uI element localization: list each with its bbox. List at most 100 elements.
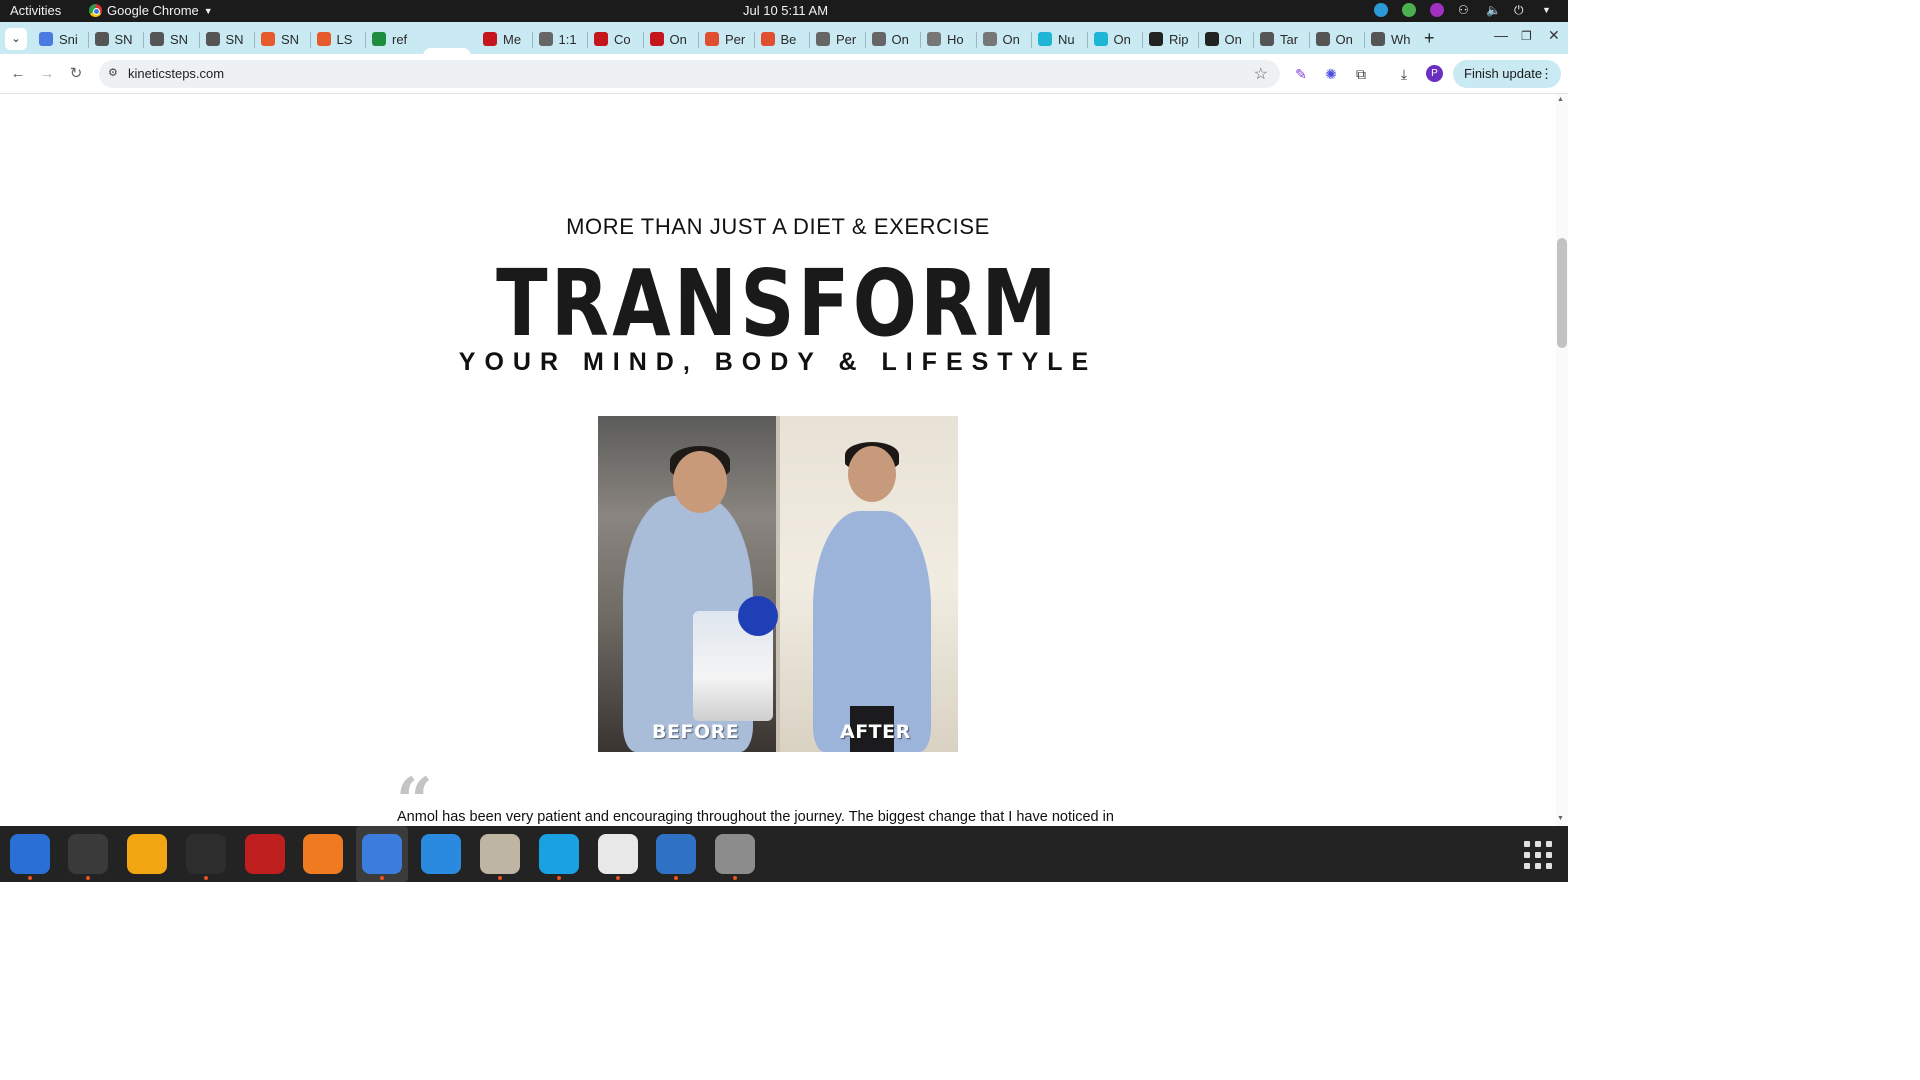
browser-tab[interactable]: SN bbox=[90, 26, 140, 52]
activities-button[interactable]: Activities bbox=[10, 3, 61, 18]
before-after-photo: BEFORE AFTER bbox=[598, 416, 958, 752]
bookmark-star-icon[interactable]: ☆ bbox=[1254, 64, 1268, 84]
power-icon[interactable]: ⏻ bbox=[1514, 3, 1528, 17]
browser-tab[interactable]: Me bbox=[478, 26, 528, 52]
tab-search-button[interactable]: ⌄ bbox=[5, 28, 27, 50]
tab-label: Wh bbox=[1391, 31, 1411, 47]
browser-tab[interactable]: Nu bbox=[1033, 26, 1083, 52]
tab-favicon-icon bbox=[705, 32, 719, 46]
photo-divider bbox=[776, 416, 780, 752]
app-menu-label: Google Chrome bbox=[107, 3, 199, 18]
browser-tab[interactable]: Rip bbox=[1144, 26, 1194, 52]
tab-label: Per bbox=[725, 31, 746, 47]
network-icon[interactable]: ⚇ bbox=[1458, 3, 1472, 17]
browser-tab[interactable]: Ho bbox=[922, 26, 972, 52]
running-indicator bbox=[204, 876, 208, 880]
new-tab-button[interactable]: + bbox=[1424, 28, 1435, 49]
files-icon[interactable] bbox=[480, 834, 520, 874]
tab-label: Me bbox=[503, 31, 522, 47]
sparkle-extension-icon[interactable]: ✺ bbox=[1322, 65, 1340, 83]
browser-tab[interactable]: SN bbox=[145, 26, 195, 52]
show-apps-icon[interactable] bbox=[1524, 841, 1552, 869]
tab-separator bbox=[975, 32, 977, 48]
url-text[interactable]: kineticsteps.com bbox=[128, 66, 224, 81]
vscode-icon[interactable] bbox=[421, 834, 461, 874]
browser-tab[interactable]: On bbox=[645, 26, 695, 52]
browser-tab[interactable]: Co bbox=[589, 26, 639, 52]
restore-button[interactable]: ❐ bbox=[1521, 29, 1532, 43]
browser-tab[interactable]: 1:1 bbox=[534, 26, 584, 52]
browser-tab[interactable]: On bbox=[1089, 26, 1139, 52]
chrome-icon[interactable] bbox=[362, 834, 402, 874]
disk-icon[interactable] bbox=[715, 834, 755, 874]
tab-label: LS bbox=[336, 31, 353, 47]
scroll-down-arrow[interactable]: ▼ bbox=[1557, 815, 1564, 822]
browser-tab[interactable]: On bbox=[978, 26, 1028, 52]
calculator-icon[interactable] bbox=[127, 834, 167, 874]
sync-icon[interactable] bbox=[1374, 3, 1388, 17]
downloads-icon[interactable]: ⤓ bbox=[1395, 65, 1413, 83]
browser-tab[interactable]: LS bbox=[312, 26, 362, 52]
scrollbar-thumb[interactable] bbox=[1557, 238, 1567, 348]
app-menu[interactable]: Google Chrome ▼ bbox=[89, 3, 213, 18]
scroll-up-arrow[interactable]: ▲ bbox=[1557, 96, 1564, 103]
forward-button[interactable]: → bbox=[37, 64, 57, 84]
running-indicator bbox=[86, 876, 90, 880]
firefox-icon[interactable] bbox=[303, 834, 343, 874]
tab-favicon-icon bbox=[649, 32, 664, 46]
extensions-puzzle-icon[interactable]: ⧉ bbox=[1352, 65, 1370, 83]
browser-tab[interactable]: Wh bbox=[1366, 26, 1416, 52]
tab-separator bbox=[642, 32, 644, 48]
libreoffice-writer-icon[interactable] bbox=[656, 834, 696, 874]
tab-favicon-icon bbox=[150, 32, 164, 46]
update-icon[interactable] bbox=[1402, 3, 1416, 17]
tab-separator bbox=[1142, 32, 1143, 48]
browser-tab[interactable]: SN bbox=[201, 26, 251, 52]
tab-separator bbox=[1197, 32, 1199, 48]
after-label: AFTER bbox=[840, 721, 911, 743]
browser-tab[interactable]: SN bbox=[256, 26, 306, 52]
tab-label: On bbox=[1224, 31, 1242, 47]
site-info-icon[interactable]: ⚙ bbox=[108, 66, 122, 80]
extension-tray-icon[interactable] bbox=[1430, 3, 1444, 17]
skype-icon[interactable] bbox=[539, 834, 579, 874]
thunderbird-icon[interactable] bbox=[10, 834, 50, 874]
tab-favicon-icon bbox=[1260, 32, 1274, 46]
pen-extension-icon[interactable]: ✎ bbox=[1292, 65, 1310, 83]
running-indicator bbox=[498, 876, 502, 880]
browser-tab[interactable]: Per bbox=[811, 26, 861, 52]
browser-toolbar: ← → ↻ ⚙ kineticsteps.com ☆ ✎ ✺ ⧉ ⤓ P Fin… bbox=[0, 54, 1568, 94]
system-tray[interactable]: ⚇ 🔈 ⏻ ▼ bbox=[1374, 3, 1556, 17]
menu-caret-icon[interactable]: ▼ bbox=[1542, 3, 1556, 17]
terminal-icon[interactable] bbox=[68, 834, 108, 874]
browser-tab[interactable]: Tar bbox=[1255, 26, 1305, 52]
testimonial-text: Anmol has been very patient and encourag… bbox=[397, 809, 1114, 825]
volume-icon[interactable]: 🔈 bbox=[1486, 3, 1501, 17]
browser-tab[interactable]: On bbox=[1200, 26, 1250, 52]
text-editor-icon[interactable] bbox=[598, 834, 638, 874]
browser-tab[interactable]: On bbox=[867, 26, 917, 52]
tab-label: Nu bbox=[1058, 31, 1075, 47]
tab-separator bbox=[1364, 32, 1365, 48]
tab-separator bbox=[1308, 32, 1310, 48]
tab-label: SN bbox=[170, 31, 189, 47]
finish-update-button[interactable]: Finish update ⋮ bbox=[1453, 60, 1561, 88]
browser-tab[interactable]: On bbox=[1311, 26, 1361, 52]
browser-tab[interactable]: ref bbox=[367, 26, 417, 52]
clock[interactable]: Jul 10 5:11 AM bbox=[743, 3, 828, 18]
tab-favicon-icon bbox=[760, 32, 775, 46]
browser-tab[interactable]: Sni bbox=[34, 26, 84, 52]
filezilla-icon[interactable] bbox=[245, 834, 285, 874]
minimize-button[interactable]: — bbox=[1494, 27, 1508, 43]
browser-tab[interactable]: Be bbox=[756, 26, 806, 52]
browser-tab[interactable]: Per bbox=[700, 26, 750, 52]
close-window-button[interactable]: ✕ bbox=[1548, 27, 1560, 44]
page-scrollbar[interactable] bbox=[1556, 94, 1568, 826]
back-button[interactable]: ← bbox=[8, 64, 28, 84]
running-indicator bbox=[28, 876, 32, 880]
profile-avatar[interactable]: P bbox=[1426, 65, 1443, 82]
address-bar[interactable]: ⚙ kineticsteps.com ☆ bbox=[99, 60, 1280, 88]
tab-separator bbox=[1086, 32, 1088, 48]
reload-button[interactable]: ↻ bbox=[66, 64, 86, 84]
system-monitor-icon[interactable] bbox=[186, 834, 226, 874]
